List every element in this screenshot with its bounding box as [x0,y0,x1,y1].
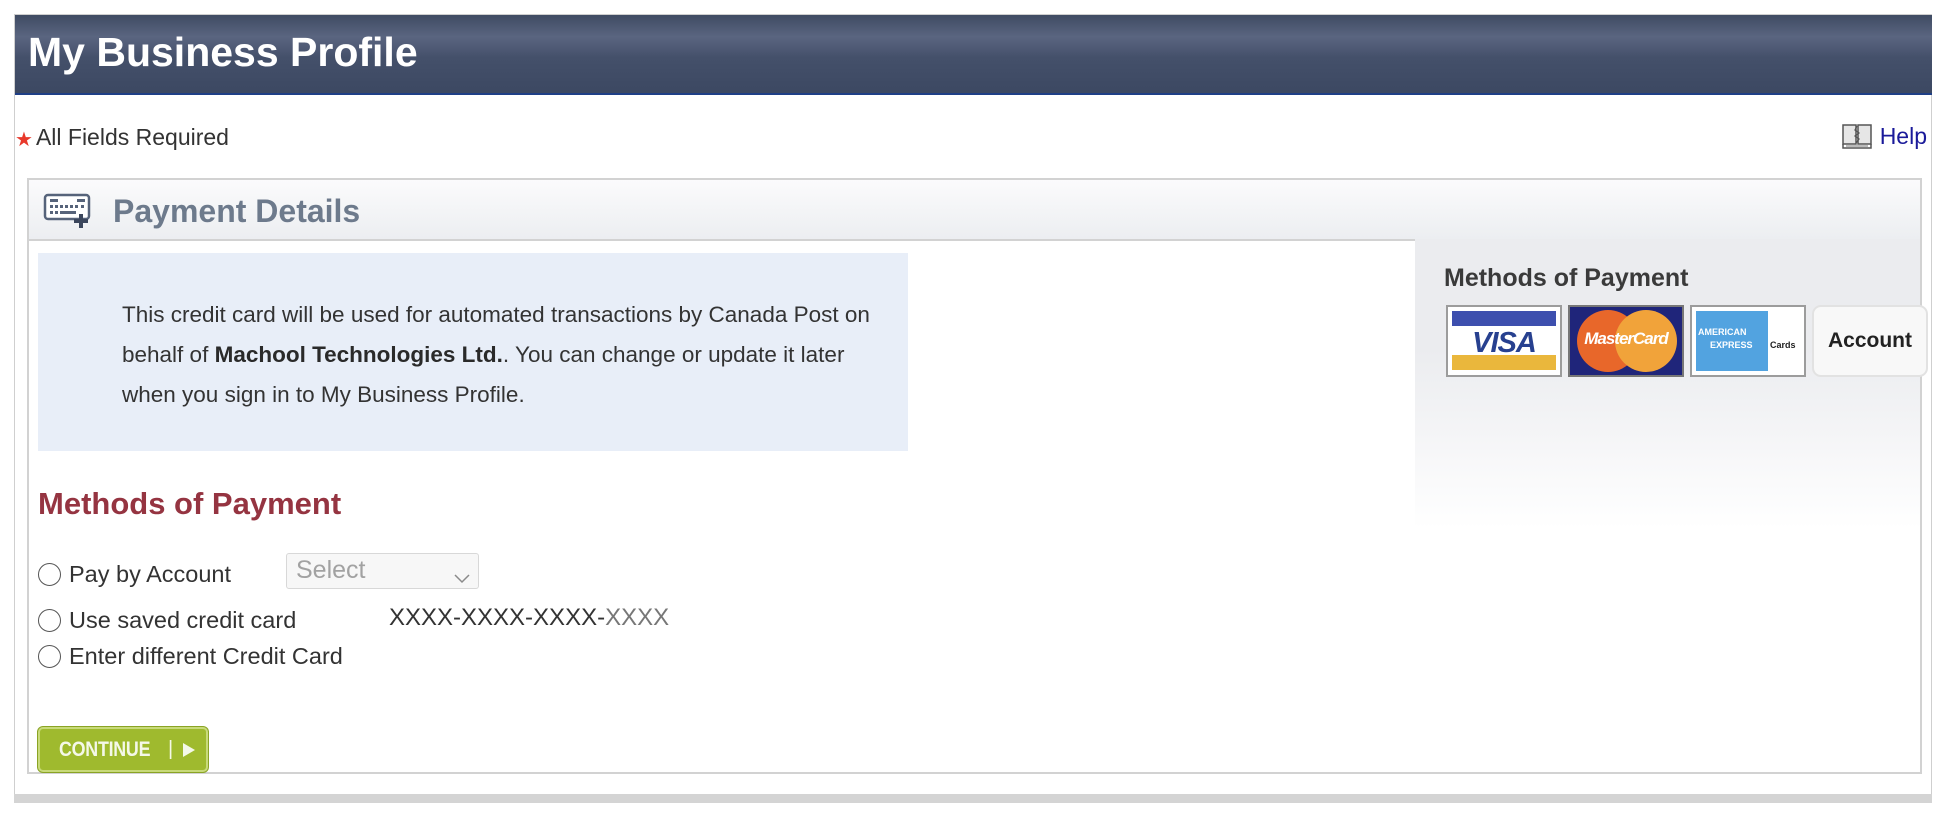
account-badge-text: Account [1828,329,1912,352]
pay-by-account-label: Pay by Account [69,561,231,587]
keyboard-add-icon [43,192,93,235]
amex-line1: AMERICAN [1698,327,1747,337]
continue-separator: | [168,738,174,760]
use-saved-card-label: Use saved credit card [69,607,297,633]
continue-button[interactable]: CONTINUE | [38,727,208,772]
mastercard-text: MasterCard [1584,329,1669,348]
info-text: This credit card will be used for automa… [122,295,902,415]
mastercard-logo: MasterCard [1568,305,1684,377]
option-pay-by-account[interactable]: Pay by Account [38,561,231,588]
panel-header: Payment Details [29,180,1920,241]
enter-different-card-radio[interactable] [38,645,61,668]
visa-logo: VISA [1446,305,1562,377]
required-fields-label: All Fields Required [35,124,229,150]
option-enter-different-card[interactable]: Enter different Credit Card [38,643,343,670]
saved-card-number: XXXX-XXXX-XXXX-XXXX [389,604,669,632]
book-icon [1841,122,1872,150]
enter-different-card-label: Enter different Credit Card [69,643,343,669]
pay-by-account-radio[interactable] [38,563,61,586]
continue-label: CONTINUE [58,737,150,761]
amex-line3: Cards [1770,340,1796,350]
payment-methods-sidebar: Methods of Payment VISA MasterCard AMERI… [1415,239,1928,529]
required-fields-note: ★ All Fields Required [15,124,229,151]
amex-logo: AMERICAN EXPRESS Cards [1690,305,1806,377]
amex-line2: EXPRESS [1710,340,1753,350]
panel-title: Payment Details [113,193,361,229]
methods-of-payment-title: Methods of Payment [38,486,342,521]
info-box: This credit card will be used for automa… [38,253,908,451]
account-badge: Account [1812,305,1928,377]
page-bottom-bar [14,794,1932,803]
card-number-last: XXXX [605,604,670,631]
visa-text: VISA [1472,327,1537,359]
card-number-masked: XXXX-XXXX-XXXX- [389,604,606,631]
page-frame: My Business Profile ★ All Fields Required… [14,14,1932,802]
play-arrow-icon [183,742,196,757]
help-link[interactable]: Help [1841,122,1927,150]
page-header: My Business Profile [15,15,1932,95]
chevron-down-icon [454,563,470,592]
company-name: Machool Technologies Ltd. [214,342,503,367]
sidebar-title: Methods of Payment [1444,264,1689,292]
payment-logos: VISA MasterCard AMERICAN EXPRESS Cards A… [1446,305,1928,377]
page-title: My Business Profile [28,29,418,75]
account-select[interactable]: Select [286,553,479,589]
help-label[interactable]: Help [1880,123,1927,150]
use-saved-card-radio[interactable] [38,609,61,632]
option-use-saved-card[interactable]: Use saved credit card [38,607,296,634]
required-star-icon: ★ [15,129,33,151]
payment-details-panel: Payment Details This credit card will be… [27,178,1928,774]
account-select-value: Select [296,556,366,584]
